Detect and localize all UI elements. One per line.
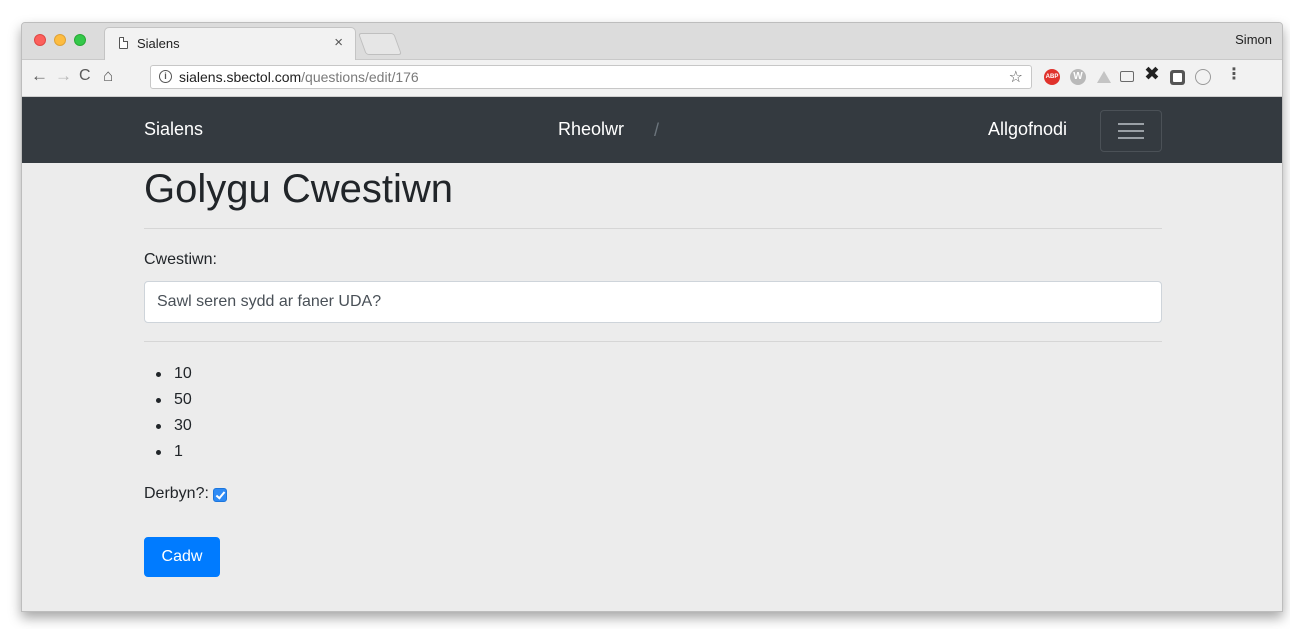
divider [144, 228, 1162, 229]
accept-row: Derbyn?: [144, 485, 227, 503]
hamburger-icon [1118, 137, 1144, 139]
x-icon[interactable]: ✖ [1144, 65, 1160, 84]
cast-icon[interactable] [1120, 71, 1134, 82]
accept-checkbox[interactable] [212, 488, 227, 502]
navbar-toggle-button[interactable] [1100, 110, 1162, 152]
save-button[interactable]: Cadw [144, 537, 220, 577]
question-input[interactable] [144, 281, 1162, 323]
divider [144, 341, 1162, 342]
list-item: 30 [144, 413, 192, 439]
back-arrow-icon[interactable]: ← [31, 66, 48, 86]
list-item: 10 [144, 361, 192, 387]
tab-title: Sialens [137, 36, 180, 51]
brand-link[interactable]: Sialens [144, 119, 203, 140]
navbar: Sialens Rheolwr / Allgofnodi [22, 97, 1282, 163]
list-item: 1 [144, 439, 192, 465]
hamburger-icon [1118, 123, 1144, 125]
url-path: /questions/edit/176 [301, 69, 419, 85]
kebab-menu-icon[interactable]: ⋮ [1226, 67, 1242, 83]
maximize-window-button[interactable] [74, 34, 86, 46]
document-icon [119, 37, 128, 49]
bookmark-star-icon[interactable]: ☆ [1009, 67, 1023, 87]
profile-name[interactable]: Simon [1235, 32, 1272, 47]
answer-list: 10 50 30 1 [144, 361, 192, 465]
forward-arrow-icon[interactable]: → [55, 66, 72, 86]
w-icon[interactable]: W [1070, 69, 1086, 85]
address-bar[interactable]: i sialens.sbectol.com/questions/edit/176… [150, 65, 1032, 89]
reload-icon[interactable]: C [79, 67, 91, 85]
admin-link[interactable]: Rheolwr [558, 119, 624, 140]
tab-strip: Sialens × Simon [22, 23, 1282, 60]
browser-toolbar: ← → C ⌂ i sialens.sbectol.com/questions/… [22, 60, 1282, 97]
drive-icon[interactable] [1096, 69, 1112, 85]
square-icon[interactable] [1170, 70, 1185, 85]
list-item: 50 [144, 387, 192, 413]
minimize-window-button[interactable] [54, 34, 66, 46]
page-title: Golygu Cwestiwn [144, 167, 454, 211]
browser-tab[interactable]: Sialens × [104, 27, 356, 60]
info-icon[interactable]: i [159, 70, 172, 83]
breadcrumb-separator: / [654, 120, 660, 140]
url-text[interactable]: sialens.sbectol.com/questions/edit/176 [179, 69, 419, 85]
close-window-button[interactable] [34, 34, 46, 46]
hamburger-icon [1118, 130, 1144, 132]
page-content: Sialens Rheolwr / Allgofnodi Golygu Cwes… [22, 97, 1282, 611]
new-tab-button[interactable] [357, 33, 403, 55]
abp-icon[interactable]: ABP [1044, 69, 1060, 85]
question-label: Cwestiwn: [144, 251, 217, 268]
circle-icon[interactable] [1195, 69, 1211, 85]
url-host: sialens.sbectol.com [179, 69, 302, 85]
accept-label: Derbyn?: [144, 485, 209, 502]
home-icon[interactable]: ⌂ [103, 66, 113, 86]
logout-link[interactable]: Allgofnodi [988, 119, 1067, 140]
tab-close-icon[interactable]: × [334, 34, 343, 51]
browser-window: Sialens × Simon ← → C ⌂ i sialens.sbecto… [21, 22, 1283, 612]
